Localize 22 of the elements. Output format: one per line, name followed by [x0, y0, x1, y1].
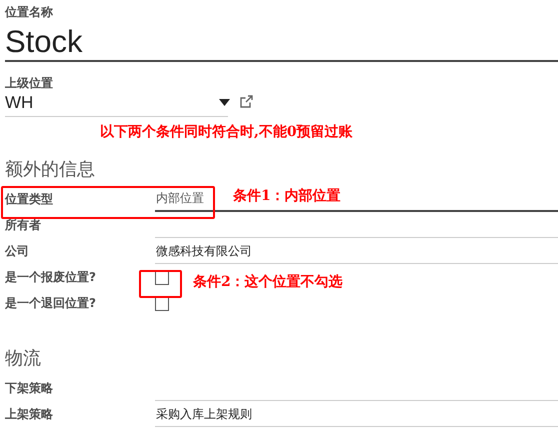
- checkbox[interactable]: [155, 271, 169, 285]
- field-label: 公司: [5, 244, 29, 258]
- external-link-icon[interactable]: [240, 95, 253, 108]
- field-label: 上架策略: [5, 407, 53, 421]
- field-label: 位置类型: [5, 192, 53, 206]
- field-label: 是一个报废位置?: [5, 270, 96, 284]
- name-field[interactable]: Stock: [5, 24, 558, 62]
- section-title: 物流: [5, 347, 41, 371]
- annotation-text: 以下两个条件同时符合时,不能0预留过账: [100, 123, 353, 141]
- section-title: 额外的信息: [5, 158, 95, 182]
- checkbox[interactable]: [155, 297, 169, 311]
- input-field[interactable]: 采购入库上架规则: [155, 402, 558, 427]
- annotation-text: 条件1：内部位置: [233, 187, 341, 205]
- annotation-text: 条件2：这个位置不勾选: [193, 273, 343, 291]
- caret-icon[interactable]: [219, 99, 230, 106]
- field-label: 是一个退回位置?: [5, 296, 96, 310]
- field-label: 下架策略: [5, 381, 53, 395]
- field-label: 位置名称: [5, 4, 53, 19]
- input-field[interactable]: 微感科技有限公司: [155, 239, 558, 264]
- highlight-box: [139, 270, 182, 298]
- field-label: 所有者: [5, 218, 41, 232]
- field-label: 上级位置: [5, 76, 53, 90]
